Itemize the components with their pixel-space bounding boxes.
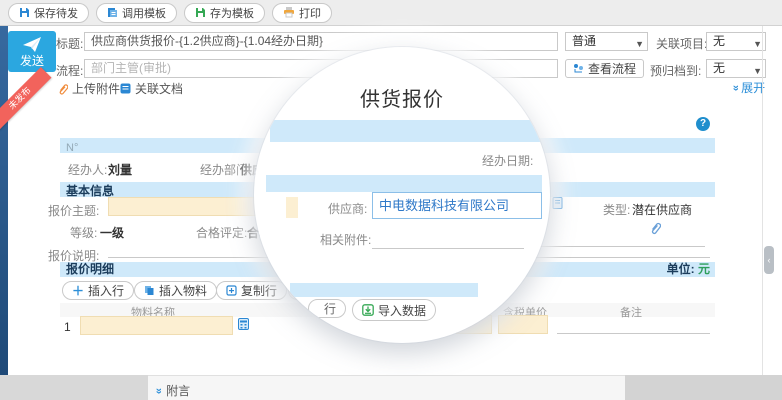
- upload-attachment-button[interactable]: 上传附件: [58, 80, 120, 97]
- magnifier-lens: 供货报价 经办日期: 供应商: 中电数据科技有限公司 相关附件: 行 导入数据: [254, 47, 550, 343]
- import-icon: [362, 304, 374, 316]
- chevron-expand-icon: «: [730, 84, 742, 90]
- quotation-form-page: 保存待发 调用模板 存为模板 打印 发送 标题: 供应商供货报价-{1.2供应商…: [0, 0, 782, 400]
- flow-label: 流程:: [56, 62, 83, 79]
- send-button[interactable]: 发送: [8, 31, 56, 72]
- prearchive-value: 无: [713, 61, 725, 75]
- supplier-select-icon[interactable]: [552, 197, 563, 209]
- unit-value: 元: [698, 262, 710, 276]
- unit-indicator: 单位: 元: [667, 262, 715, 277]
- prearchive-dropdown[interactable]: 无 ▼: [706, 59, 766, 78]
- right-separator: [762, 26, 763, 375]
- chevron-postscript-icon: «: [153, 387, 165, 393]
- priority-value: 普通: [572, 34, 596, 48]
- view-flow-button[interactable]: 查看流程: [565, 59, 644, 78]
- copy-row-icon: [226, 285, 237, 296]
- insert-material-label: 插入物料: [159, 282, 207, 299]
- view-flow-label: 查看流程: [588, 60, 636, 77]
- partial-button-label: 行: [324, 300, 336, 317]
- postscript-toggle[interactable]: « 附言: [156, 382, 190, 399]
- price-input[interactable]: [498, 315, 548, 334]
- insert-row-button[interactable]: ＋ 插入行: [62, 281, 134, 300]
- magnified-detail-bar: [290, 283, 478, 297]
- magnified-partial-button: 行: [308, 299, 346, 318]
- remark-input[interactable]: [557, 317, 710, 334]
- title-label: 标题:: [56, 35, 83, 52]
- send-label: 发送: [8, 52, 56, 69]
- magnified-form-title: 供货报价: [254, 83, 550, 112]
- magnified-yellow-fragment: [286, 197, 298, 218]
- chevron-down-icon: ▼: [753, 36, 762, 53]
- handler-label: 经办人:: [68, 161, 107, 178]
- chevron-down-icon: ▼: [635, 36, 644, 53]
- supplier-label: 供应商:: [328, 200, 367, 217]
- panel-collapse-handle[interactable]: ‹: [764, 246, 774, 274]
- material-icon: [144, 285, 155, 296]
- footer-postscript-bar: « 附言: [148, 375, 625, 400]
- linked-doc-icon: [120, 83, 131, 94]
- detail-section-title: 报价明细: [60, 262, 114, 277]
- save-pending-label: 保存待发: [34, 5, 78, 21]
- print-label: 打印: [299, 5, 321, 21]
- help-icon[interactable]: ?: [696, 117, 710, 131]
- copy-row-label: 复制行: [241, 282, 277, 299]
- related-doc-label: 关联文档: [135, 80, 183, 97]
- basic-info-section-title: 基本信息: [60, 184, 114, 198]
- related-doc-button[interactable]: 关联文档: [120, 80, 183, 97]
- title-input[interactable]: 供应商供货报价-{1.2供应商}-{1.04经办日期}: [84, 32, 558, 51]
- supplier-value: 中电数据科技有限公司: [373, 193, 541, 218]
- copy-row-button[interactable]: 复制行: [216, 281, 287, 300]
- handler-value: 刘量: [108, 161, 132, 178]
- prearchive-label: 预归档到:: [650, 62, 701, 79]
- postscript-label: 附言: [166, 382, 190, 399]
- save-as-template-button[interactable]: 存为模板: [184, 3, 265, 23]
- type-label: 类型:: [603, 201, 630, 218]
- chevron-down-icon: ▼: [753, 63, 762, 80]
- save-pending-button[interactable]: 保存待发: [8, 3, 89, 23]
- material-picker-icon[interactable]: [238, 318, 249, 330]
- paperclip-icon: [58, 83, 68, 95]
- save-green-icon: [195, 7, 206, 18]
- load-template-icon: [107, 7, 118, 18]
- print-button[interactable]: 打印: [272, 3, 332, 23]
- number-label: N°: [60, 142, 78, 154]
- import-data-button[interactable]: 导入数据: [352, 299, 436, 321]
- upload-attachment-label: 上传附件: [72, 80, 120, 97]
- magnified-section-bar: [266, 175, 542, 192]
- import-data-label: 导入数据: [378, 302, 426, 319]
- magnified-date-label: 经办日期:: [482, 152, 533, 169]
- footer-right-segment: [625, 375, 782, 400]
- load-template-button[interactable]: 调用模板: [96, 3, 177, 23]
- related-attachment-label: 相关附件:: [320, 231, 371, 248]
- magnified-number-bar: [270, 120, 542, 142]
- qualification-label: 合格评定:: [196, 224, 247, 241]
- unit-label: 单位:: [667, 262, 695, 276]
- expand-toggle[interactable]: « 展开: [733, 79, 765, 96]
- supplier-input[interactable]: 中电数据科技有限公司: [372, 192, 542, 219]
- type-value: 潜在供应商: [632, 201, 692, 218]
- magnified-attachment-input[interactable]: [372, 232, 524, 249]
- plus-icon: ＋: [72, 282, 84, 299]
- related-project-label: 关联项目:: [656, 35, 707, 52]
- related-project-value: 无: [713, 34, 725, 48]
- insert-row-label: 插入行: [88, 282, 124, 299]
- save-as-template-label: 存为模板: [210, 5, 254, 21]
- level-value: 一级: [100, 224, 124, 241]
- priority-dropdown[interactable]: 普通 ▼: [565, 32, 648, 51]
- top-toolbar: 保存待发 调用模板 存为模板 打印: [0, 0, 782, 26]
- row-index: 1: [64, 320, 71, 334]
- load-template-label: 调用模板: [122, 5, 166, 21]
- level-label: 等级:: [70, 224, 97, 241]
- printer-icon: [283, 7, 295, 18]
- insert-material-button[interactable]: 插入物料: [134, 281, 217, 300]
- related-project-dropdown[interactable]: 无 ▼: [706, 32, 766, 51]
- flow-icon: [573, 63, 584, 74]
- footer-left-segment: [0, 375, 148, 400]
- quote-subject-label: 报价主题:: [48, 202, 99, 219]
- save-blue-icon: [19, 7, 30, 18]
- left-edge-strip: [0, 26, 8, 375]
- material-name-input[interactable]: [80, 316, 233, 335]
